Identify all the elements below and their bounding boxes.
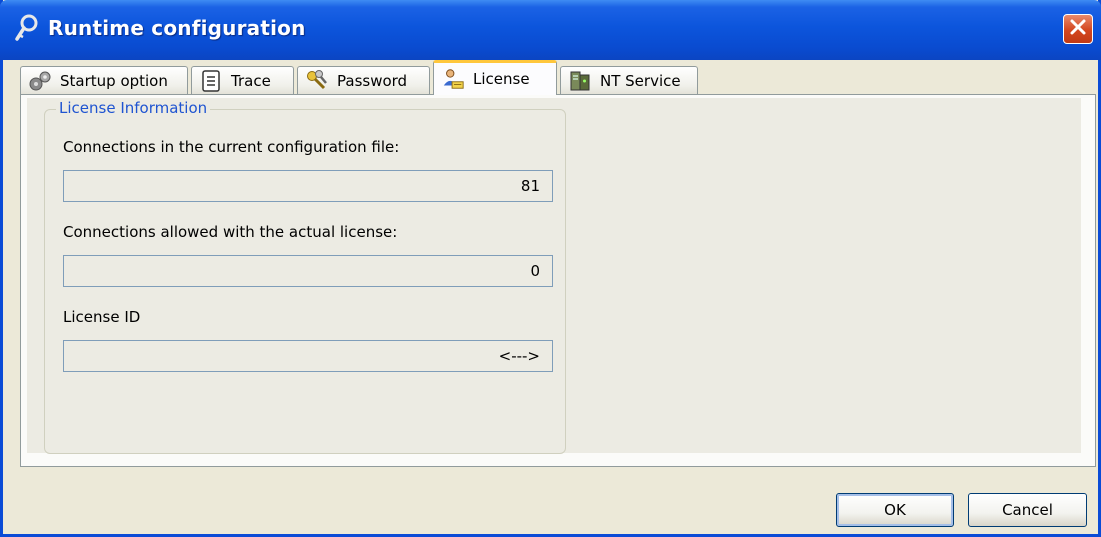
tab-label: License	[473, 70, 530, 88]
notepad-icon	[199, 69, 223, 93]
tab-label: NT Service	[600, 71, 681, 90]
tab-label: Startup option	[60, 71, 168, 90]
license-id-field: <--->	[63, 340, 553, 372]
close-icon	[1069, 18, 1087, 40]
license-id-label: License ID	[63, 308, 141, 326]
title-bar[interactable]: Runtime configuration	[0, 0, 1101, 60]
gears-icon	[28, 69, 52, 93]
cancel-button[interactable]: Cancel	[968, 493, 1087, 527]
tab-label: Trace	[231, 71, 271, 90]
tab-startup-option[interactable]: Startup option	[20, 66, 188, 94]
dialog-window: Runtime configuration Startup option Tra…	[0, 0, 1101, 537]
connections-allowed-field: 0	[63, 255, 553, 287]
tab-nt-service[interactable]: NT Service	[560, 66, 698, 94]
group-title: License Information	[56, 99, 211, 117]
connections-config-field: 81	[63, 170, 553, 202]
window-title: Runtime configuration	[48, 16, 306, 40]
license-information-group: License Information Connections in the c…	[44, 99, 566, 454]
license-person-icon	[441, 67, 465, 91]
key-icon	[14, 14, 40, 42]
keys-icon	[305, 69, 329, 93]
tab-panel: License Information Connections in the c…	[20, 94, 1096, 467]
tab-label: Password	[337, 71, 408, 90]
ok-button[interactable]: OK	[836, 493, 954, 527]
connections-allowed-label: Connections allowed with the actual lice…	[63, 223, 398, 241]
tab-trace[interactable]: Trace	[191, 66, 294, 94]
connections-config-label: Connections in the current configuration…	[63, 138, 400, 156]
tab-password[interactable]: Password	[297, 66, 430, 94]
tab-license[interactable]: License	[433, 60, 557, 95]
server-icon	[568, 69, 592, 93]
tab-panel-content: License Information Connections in the c…	[27, 98, 1081, 454]
close-button[interactable]	[1063, 14, 1093, 44]
